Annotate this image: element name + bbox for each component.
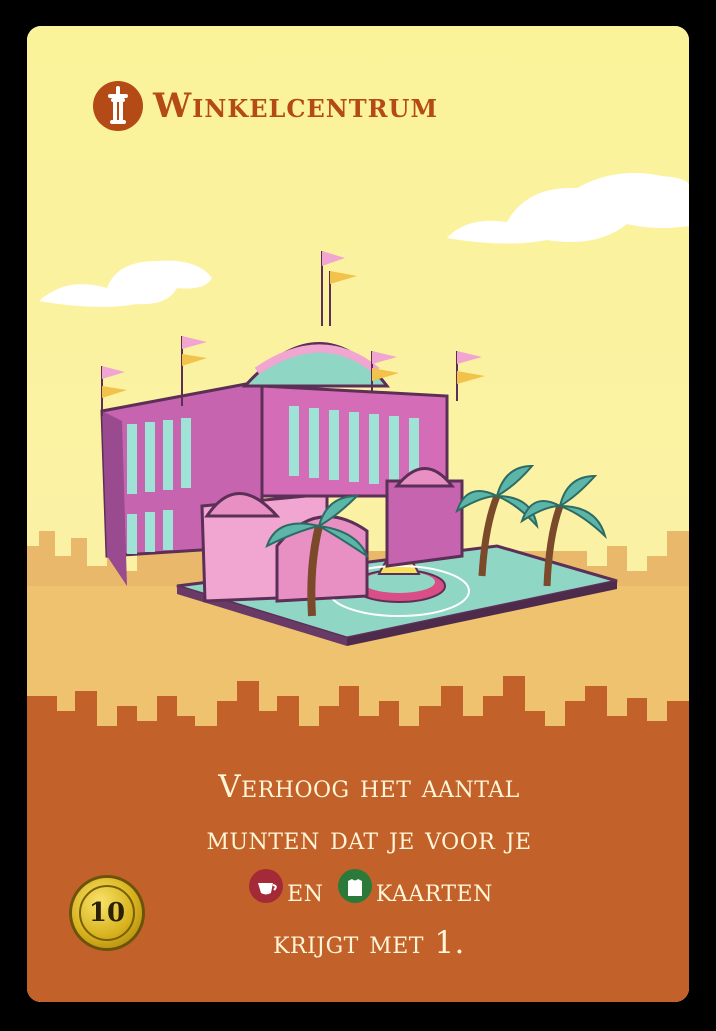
- shopping-mall-building: [100, 251, 618, 646]
- card[interactable]: Winkelcentrum Verhoog het aantal munten …: [27, 26, 689, 1002]
- cost-coin: 10: [72, 878, 142, 948]
- cost-value: 10: [79, 885, 135, 941]
- cloud-left: [39, 260, 212, 307]
- card-title: Winkelcentrum: [153, 86, 439, 126]
- effect-line-3: en kaarten: [89, 865, 649, 917]
- effect-line-2: munten dat je voor je: [206, 821, 532, 857]
- effect-line-1: Verhoog het aantal: [218, 769, 520, 805]
- card-effect-text: Verhoog het aantal munten dat je voor je…: [89, 761, 649, 969]
- shirt-icon: [337, 869, 372, 903]
- card-title-bar: Winkelcentrum: [93, 78, 438, 134]
- tower-icon: [93, 81, 143, 131]
- cup-icon: [249, 869, 284, 903]
- effect-word-kaarten: kaarten: [375, 873, 493, 909]
- cloud-right: [447, 172, 689, 244]
- effect-line-4: krijgt met 1.: [273, 925, 465, 961]
- effect-word-en: en: [287, 873, 324, 909]
